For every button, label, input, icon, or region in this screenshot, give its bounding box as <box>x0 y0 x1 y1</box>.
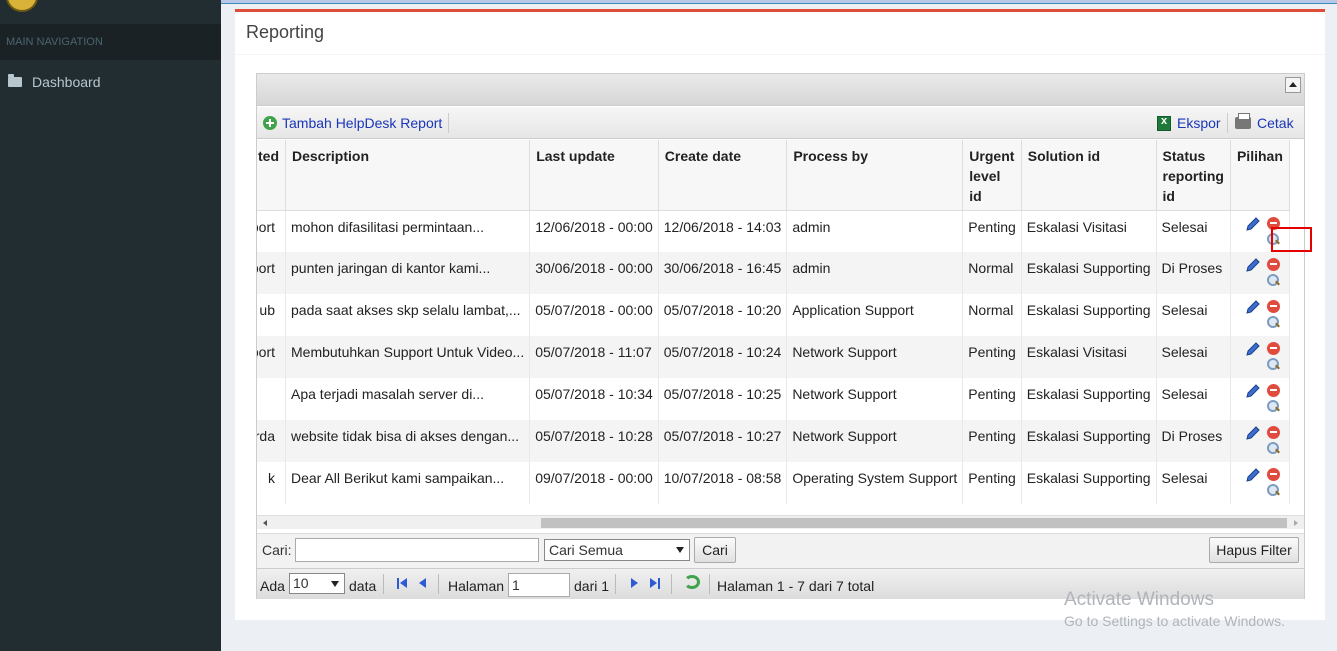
refresh-icon[interactable] <box>684 575 700 589</box>
column-header[interactable]: Process by <box>786 140 964 211</box>
delete-icon[interactable] <box>1266 300 1280 313</box>
table-row[interactable]: report mohon difasilitasi permintaan... … <box>257 210 1290 252</box>
row-actions <box>1230 294 1290 336</box>
search-label: Cari: <box>262 542 292 558</box>
add-icon <box>263 116 277 130</box>
column-header[interactable]: Urgent level id <box>962 140 1022 211</box>
scroll-left-icon[interactable] <box>263 520 267 526</box>
column-header[interactable]: ted <box>257 140 286 211</box>
chevron-down-icon <box>331 581 339 587</box>
edit-icon[interactable] <box>1245 300 1260 315</box>
reporting-grid: Tambah HelpDesk Report Ekspor Cetak ted … <box>256 73 1305 599</box>
view-detail-icon[interactable] <box>1266 316 1280 329</box>
print-button[interactable]: Cetak <box>1235 113 1294 133</box>
grid-caption-bar <box>257 74 1304 106</box>
add-report-button[interactable]: Tambah HelpDesk Report <box>263 113 450 133</box>
table-row[interactable]: Apa terjadi masalah server di... 05/07/2… <box>257 378 1290 420</box>
prev-page-icon[interactable] <box>419 578 426 588</box>
column-header[interactable]: Last update <box>529 140 659 211</box>
column-header[interactable]: Solution id <box>1021 140 1157 211</box>
next-page-icon[interactable] <box>631 578 638 588</box>
table-row[interactable]: usarda website tidak bisa di akses denga… <box>257 420 1290 462</box>
activate-windows-hint: Go to Settings to activate Windows. <box>1064 613 1285 629</box>
edit-icon[interactable] <box>1245 258 1260 273</box>
page-number-input[interactable]: 1 <box>508 573 570 597</box>
pager-total-pages: dari 1 <box>574 578 610 594</box>
search-input[interactable] <box>295 538 539 562</box>
folder-icon <box>8 74 22 87</box>
table-viewport: ted Description Last update Create date … <box>257 140 1304 504</box>
search-button[interactable]: Cari <box>694 537 736 563</box>
edit-icon[interactable] <box>1245 342 1260 357</box>
sidebar: MAIN NAVIGATION Dashboard <box>0 0 221 651</box>
view-detail-icon[interactable] <box>1266 400 1280 413</box>
search-row: Cari: Cari Semua Cari Hapus Filter <box>257 533 1304 568</box>
table-header-row: ted Description Last update Create date … <box>257 140 1290 211</box>
scrollbar-thumb[interactable] <box>541 518 1287 528</box>
sidebar-item-label: Dashboard <box>32 74 101 90</box>
export-button[interactable]: Ekspor <box>1157 113 1228 133</box>
collapse-grid-button[interactable] <box>1285 77 1301 93</box>
view-detail-icon[interactable] <box>1266 484 1280 497</box>
row-actions <box>1230 378 1290 420</box>
page-title: Reporting <box>246 22 325 42</box>
pager-summary: Halaman 1 - 7 dari 7 total <box>717 578 875 594</box>
column-header[interactable]: Create date <box>658 140 788 211</box>
last-page-icon[interactable] <box>650 578 660 590</box>
row-actions <box>1230 420 1290 462</box>
first-page-icon[interactable] <box>397 578 407 590</box>
column-header: Pilihan <box>1230 140 1290 211</box>
grid-toolbar: Tambah HelpDesk Report Ekspor Cetak <box>257 107 1304 139</box>
sidebar-item-dashboard[interactable]: Dashboard <box>0 66 221 98</box>
delete-icon[interactable] <box>1266 468 1280 481</box>
sidebar-section-header: MAIN NAVIGATION <box>0 24 221 60</box>
edit-icon[interactable] <box>1245 468 1260 483</box>
logo-icon[interactable] <box>6 0 38 12</box>
pager-halaman-label: Halaman <box>448 578 505 594</box>
chevron-down-icon <box>676 547 684 553</box>
search-scope-select[interactable]: Cari Semua <box>544 539 690 561</box>
row-actions <box>1230 336 1290 378</box>
table-row[interactable]: report Membutuhkan Support Untuk Video..… <box>257 336 1290 378</box>
edit-icon[interactable] <box>1245 216 1260 232</box>
report-table: ted Description Last update Create date … <box>257 140 1290 504</box>
edit-icon[interactable] <box>1245 384 1260 399</box>
view-detail-icon[interactable] <box>1266 358 1280 371</box>
view-detail-icon[interactable] <box>1266 442 1280 455</box>
edit-icon[interactable] <box>1245 426 1260 441</box>
table-row[interactable]: k Dear All Berikut kami sampaikan... 09/… <box>257 462 1290 504</box>
delete-icon[interactable] <box>1266 426 1280 439</box>
view-detail-icon[interactable] <box>1266 274 1280 287</box>
row-actions <box>1230 462 1290 504</box>
excel-icon <box>1157 115 1171 131</box>
pager-data-label: data <box>349 578 377 594</box>
printer-icon <box>1235 113 1251 129</box>
highlight-box <box>1271 227 1312 252</box>
table-row[interactable]: report punten jaringan di kantor kami...… <box>257 252 1290 294</box>
row-actions <box>1230 252 1290 294</box>
delete-icon[interactable] <box>1266 384 1280 397</box>
delete-icon[interactable] <box>1266 342 1280 355</box>
column-header[interactable]: Status reporting id <box>1156 140 1231 211</box>
clear-filter-button[interactable]: Hapus Filter <box>1209 537 1299 563</box>
column-header[interactable]: Description <box>285 140 531 211</box>
delete-icon[interactable] <box>1266 258 1280 271</box>
activate-windows-watermark: Activate Windows <box>1064 589 1214 610</box>
page-size-select[interactable]: 10 <box>289 573 345 594</box>
horizontal-scrollbar[interactable] <box>257 515 1304 529</box>
pager-ada-label: Ada <box>260 578 285 594</box>
table-row[interactable]: ub pada saat akses skp selalu lambat,...… <box>257 294 1290 336</box>
scroll-right-icon[interactable] <box>1294 520 1298 526</box>
